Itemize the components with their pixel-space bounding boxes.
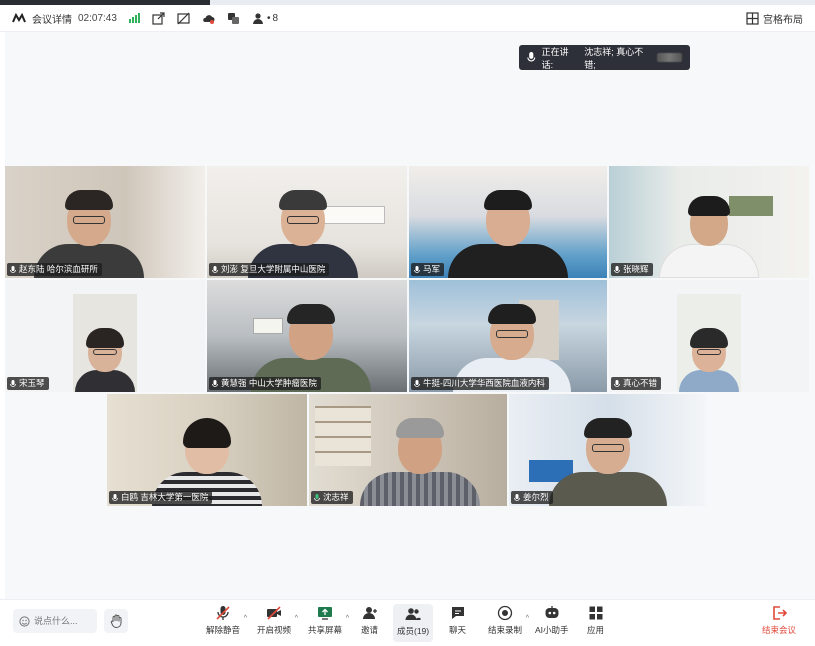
mic-icon <box>212 265 218 273</box>
video-stage: 赵东陆 哈尔滨血研所 刘澎 复旦大学附属中山医院 马军 张晓辉 宋玉琴 黄慧强 … <box>5 32 815 599</box>
video-tile[interactable]: 牛挺-四川大学华西医院血液内科 <box>409 280 607 392</box>
video-tile[interactable]: 张晓辉 <box>609 166 809 278</box>
mic-icon <box>527 52 536 62</box>
layout-button[interactable]: 宫格布局 <box>746 11 803 26</box>
participant-video <box>659 196 759 278</box>
mic-icon <box>112 493 118 501</box>
mic-icon <box>10 379 16 387</box>
video-tile[interactable]: 赵东陆 哈尔滨血研所 <box>5 166 205 278</box>
mic-icon <box>414 379 420 387</box>
participant-nametag: 张晓辉 <box>611 263 653 276</box>
user-icon <box>252 12 263 24</box>
participant-nametag: 刘澎 复旦大学附属中山医院 <box>209 263 330 276</box>
meeting-info-button[interactable]: 会议详情 02:07:43 <box>12 11 117 26</box>
hand-icon <box>110 614 121 628</box>
elapsed-time: 02:07:43 <box>78 12 117 24</box>
emoji-icon[interactable] <box>19 615 30 627</box>
cloud-icon[interactable] <box>202 12 215 25</box>
tencent-meeting-logo-icon <box>12 13 26 23</box>
ai-assistant-button[interactable]: AI小助手 <box>535 605 569 641</box>
share-screen-button[interactable]: 共享屏幕 ^ <box>308 605 349 641</box>
record-icon <box>497 605 513 621</box>
portrait-video <box>73 294 137 392</box>
invite-button[interactable]: 邀请 <box>361 605 378 641</box>
blurred-name <box>657 53 683 62</box>
layout-label: 宫格布局 <box>763 14 803 26</box>
members-button[interactable]: 成员(19) <box>393 604 434 642</box>
video-tile[interactable]: 马军 <box>409 166 607 278</box>
participant-video <box>549 418 667 506</box>
participant-nametag: 白鸥 吉林大学第一医院 <box>109 491 213 504</box>
ai-assistant-icon <box>545 606 559 618</box>
share-link-icon[interactable] <box>152 11 165 25</box>
mic-icon <box>10 265 16 273</box>
meeting-header: 会议详情 02:07:43 • 8 宫格布局 <box>0 5 815 32</box>
meeting-toolbar: 解除静音 ^ 开启视频 ^ 共享屏幕 ^ 邀请 成员(19) 聊天 结束录制 ^… <box>0 599 815 646</box>
mic-icon <box>212 379 218 387</box>
mic-icon <box>614 379 620 387</box>
mic-icon <box>614 265 620 273</box>
meeting-info-label: 会议详情 <box>32 14 72 26</box>
end-meeting-button[interactable]: 结束会议 <box>762 605 796 636</box>
signal-icon[interactable] <box>128 13 140 23</box>
participant-nametag: 姜尔烈 <box>511 491 553 504</box>
grid-layout-icon <box>746 11 759 25</box>
end-recording-button[interactable]: 结束录制 ^ <box>488 605 529 641</box>
raise-hand-button[interactable] <box>104 609 128 633</box>
chat-quick-input[interactable] <box>13 609 97 633</box>
participant-nametag: 宋玉琴 <box>7 377 49 390</box>
video-tile-active-speaker[interactable]: 沈志祥 <box>309 394 507 506</box>
speaking-names: 沈志祥; 真心不错; <box>584 46 644 70</box>
chat-input[interactable] <box>34 616 90 626</box>
apps-button[interactable]: 应用 <box>587 605 604 641</box>
chat-button[interactable]: 聊天 <box>449 605 466 641</box>
camera-off-icon <box>267 606 281 620</box>
portrait-video <box>677 294 741 392</box>
mic-icon <box>414 265 420 273</box>
apps-icon <box>589 606 602 620</box>
translate-icon[interactable] <box>227 12 240 25</box>
participants-count: 8 <box>272 12 279 24</box>
participant-nametag: 牛挺-四川大学华西医院血液内科 <box>411 377 549 390</box>
add-user-icon <box>362 607 377 619</box>
mic-active-icon <box>314 493 320 501</box>
video-tile[interactable]: 宋玉琴 <box>5 280 205 392</box>
video-tile[interactable]: 黄慧强 中山大学肿瘤医院 <box>207 280 407 392</box>
participant-nametag: 赵东陆 哈尔滨血研所 <box>7 263 102 276</box>
members-icon <box>405 608 421 620</box>
participants-indicator[interactable]: • 8 <box>252 12 278 25</box>
video-tile[interactable]: 刘澎 复旦大学附属中山医院 <box>207 166 407 278</box>
speaking-label: 正在讲话: <box>541 46 569 70</box>
chat-icon <box>451 607 464 619</box>
participant-nametag: 马军 <box>411 263 445 276</box>
participant-nametag: 黄慧强 中山大学肿瘤医院 <box>209 377 321 390</box>
mic-icon <box>514 493 520 501</box>
start-video-button[interactable]: 开启视频 ^ <box>257 605 298 641</box>
exit-icon <box>773 606 787 620</box>
video-tile[interactable]: 姜尔烈 <box>509 394 707 506</box>
participant-video <box>359 418 480 506</box>
active-speaker-banner: 正在讲话: 沈志祥; 真心不错; <box>519 45 690 70</box>
video-tile[interactable]: 白鸥 吉林大学第一医院 <box>107 394 307 506</box>
screenshot-block-icon[interactable] <box>177 12 190 25</box>
participant-nametag: 真心不错 <box>611 377 662 390</box>
share-screen-icon <box>318 607 332 620</box>
participant-video <box>448 190 568 278</box>
mic-muted-icon <box>216 606 230 620</box>
participant-nametag: 沈志祥 <box>311 491 353 504</box>
unmute-button[interactable]: 解除静音 ^ <box>206 605 247 641</box>
video-tile[interactable]: 真心不错 <box>609 280 809 392</box>
